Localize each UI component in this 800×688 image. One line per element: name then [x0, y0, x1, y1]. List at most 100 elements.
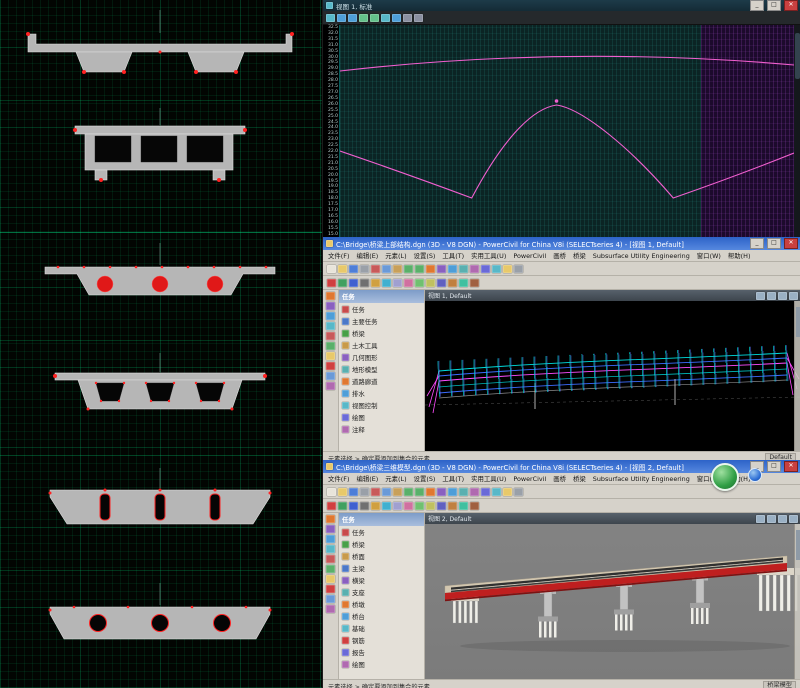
cell-icon[interactable] [448, 502, 457, 510]
rotate-view-icon[interactable] [381, 14, 390, 22]
save-icon[interactable] [349, 488, 358, 496]
zoom-out-icon[interactable] [348, 14, 357, 22]
settings-icon[interactable] [514, 488, 523, 496]
fence-tool-icon[interactable] [326, 525, 335, 533]
close-button[interactable]: ✕ [784, 0, 798, 11]
raster-manager-icon[interactable] [470, 265, 479, 273]
dimension-icon[interactable] [326, 382, 335, 390]
class-icon[interactable] [382, 502, 391, 510]
open-file-icon[interactable] [338, 488, 347, 496]
task-item[interactable]: 绘图 [339, 411, 424, 423]
window-area-icon[interactable] [359, 14, 368, 22]
template-icon[interactable] [415, 502, 424, 510]
task-item[interactable]: 桥台 [339, 610, 424, 622]
task-item[interactable]: 报告 [339, 646, 424, 658]
maximize-button[interactable]: □ [767, 238, 781, 249]
task-item[interactable]: 道路廊道 [339, 375, 424, 387]
view-rotate-icon[interactable] [756, 292, 765, 300]
line-weight-icon[interactable] [360, 279, 369, 287]
task-item[interactable]: 排水 [339, 387, 424, 399]
tag-icon[interactable] [470, 279, 479, 287]
menu-item[interactable]: 桥梁 [573, 251, 586, 260]
redo-icon[interactable] [415, 488, 424, 496]
open-file-icon[interactable] [338, 265, 347, 273]
print-icon[interactable] [360, 488, 369, 496]
task-item[interactable]: 支座 [339, 586, 424, 598]
line-style-icon[interactable] [349, 502, 358, 510]
level-display-icon[interactable] [481, 488, 490, 496]
view-control-icon[interactable] [326, 322, 335, 330]
menu-item[interactable]: 设置(S) [414, 474, 436, 483]
rendered-viewport[interactable]: 视图 2, Default [425, 513, 800, 679]
task-item[interactable]: 主要任务 [339, 315, 424, 327]
view-window-icon[interactable] [789, 515, 798, 523]
wireframe-viewport[interactable]: 视图 1, Default [425, 290, 800, 451]
menu-item[interactable]: 实用工具(U) [471, 251, 506, 260]
measure-icon[interactable] [326, 372, 335, 380]
models-icon[interactable] [448, 265, 457, 273]
active-color-icon[interactable] [327, 279, 336, 287]
minimize-button[interactable]: _ [750, 0, 764, 11]
template-icon[interactable] [415, 279, 424, 287]
color-table-icon[interactable] [371, 279, 380, 287]
viewport-scrollbar[interactable] [794, 524, 800, 679]
view-control-icon[interactable] [326, 545, 335, 553]
raster-manager-icon[interactable] [470, 488, 479, 496]
active-level-icon[interactable] [338, 279, 347, 287]
viewport-scrollbar[interactable] [794, 301, 800, 451]
vertical-scrollbar[interactable] [794, 25, 800, 238]
element-selection-icon[interactable] [326, 292, 335, 300]
view-previous-icon[interactable] [403, 14, 412, 22]
select-element-icon[interactable] [426, 488, 435, 496]
maximize-button[interactable]: □ [767, 0, 781, 11]
task-item[interactable]: 注释 [339, 423, 424, 435]
menu-item[interactable]: PowerCivil [513, 475, 546, 483]
menu-item[interactable]: 工具(T) [442, 251, 464, 260]
view-pan-icon[interactable] [767, 292, 776, 300]
menu-item[interactable]: 画桥 [553, 474, 566, 483]
groups-icon[interactable] [326, 565, 335, 573]
cut-icon[interactable] [371, 265, 380, 273]
task-item[interactable]: 任务 [339, 526, 424, 538]
menu-item[interactable]: 编辑(E) [356, 474, 378, 483]
task-item[interactable]: 地形模型 [339, 363, 424, 375]
scrollbar-thumb[interactable] [796, 307, 800, 337]
dimension-style-icon[interactable] [426, 279, 435, 287]
line-weight-icon[interactable] [360, 502, 369, 510]
text-style-icon[interactable] [437, 502, 446, 510]
modify-icon[interactable] [326, 575, 335, 583]
references-icon[interactable] [459, 488, 468, 496]
task-item[interactable]: 钢筋 [339, 634, 424, 646]
status-model-field[interactable]: 桥梁模型 [763, 681, 796, 688]
measure-icon[interactable] [326, 595, 335, 603]
save-icon[interactable] [349, 265, 358, 273]
priority-icon[interactable] [404, 279, 413, 287]
undo-icon[interactable] [404, 265, 413, 273]
maximize-button[interactable]: □ [767, 461, 781, 472]
references-icon[interactable] [459, 265, 468, 273]
view-window-icon[interactable] [789, 292, 798, 300]
active-color-icon[interactable] [327, 502, 336, 510]
tag-icon[interactable] [470, 502, 479, 510]
element-info-icon[interactable] [492, 488, 501, 496]
wire-window-titlebar[interactable]: C:\Bridge\桥梁上部结构.dgn (3D - V8 DGN) - Pow… [323, 237, 800, 250]
cad-cross-section-panel[interactable] [0, 0, 322, 688]
pattern-icon[interactable] [459, 502, 468, 510]
text-style-icon[interactable] [437, 279, 446, 287]
change-attributes-icon[interactable] [326, 332, 335, 340]
curve-window-titlebar[interactable]: 视图 1, 标准 _ □ ✕ [323, 0, 800, 11]
delete-icon[interactable] [326, 585, 335, 593]
element-selection-icon[interactable] [326, 515, 335, 523]
dimension-icon[interactable] [326, 605, 335, 613]
paste-icon[interactable] [393, 488, 402, 496]
menu-item[interactable]: 桥梁 [573, 474, 586, 483]
minimize-button[interactable]: _ [750, 238, 764, 249]
line-style-icon[interactable] [349, 279, 358, 287]
element-info-icon[interactable] [492, 265, 501, 273]
menu-item[interactable]: 实用工具(U) [471, 474, 506, 483]
models-icon[interactable] [448, 488, 457, 496]
menu-item[interactable]: PowerCivil [513, 252, 546, 260]
new-file-icon[interactable] [327, 265, 336, 273]
groups-icon[interactable] [326, 342, 335, 350]
task-item[interactable]: 桥梁 [339, 538, 424, 550]
